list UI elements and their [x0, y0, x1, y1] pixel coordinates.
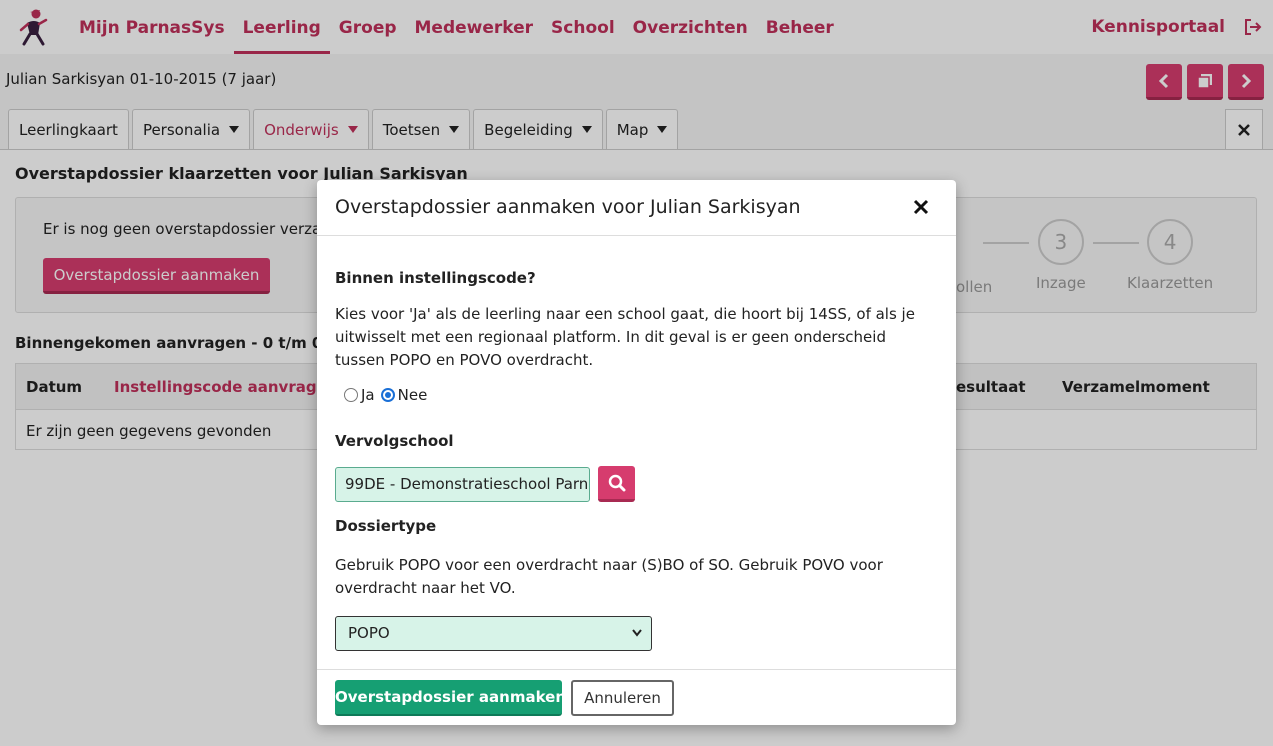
- radio-ja[interactable]: [344, 388, 358, 402]
- dossiertype-label: Dossiertype: [335, 517, 437, 535]
- search-icon: [608, 474, 625, 491]
- create-dossier-modal: Overstapdossier aanmaken voor Julian Sar…: [317, 180, 956, 725]
- dossiertype-select[interactable]: POPO: [335, 616, 652, 651]
- modal-title: Overstapdossier aanmaken voor Julian Sar…: [335, 196, 801, 218]
- modal-footer: Overstapdossier aanmaken Annuleren: [317, 669, 956, 725]
- dossiertype-value: POPO: [348, 624, 390, 642]
- radio-nee[interactable]: [380, 388, 395, 402]
- radio-ja-label[interactable]: Ja: [361, 386, 375, 404]
- cancel-button[interactable]: Annuleren: [571, 680, 674, 716]
- instellingscode-question: Binnen instellingscode?: [335, 269, 536, 287]
- school-label: Vervolgschool: [335, 432, 454, 450]
- radio-nee-label[interactable]: Nee: [398, 386, 428, 404]
- school-search-button[interactable]: [598, 466, 635, 502]
- instellingscode-radio-group: Ja Nee: [344, 386, 427, 404]
- dossiertype-explanation: Gebruik POPO voor een overdracht naar (S…: [335, 556, 883, 597]
- vervolgschool-input[interactable]: 99DE - Demonstratieschool Parnassys: [335, 467, 590, 502]
- instellingscode-explanation: Kies voor 'Ja' als de leerling naar een …: [335, 305, 915, 369]
- chevron-down-icon: [632, 629, 642, 637]
- submit-dossier-button[interactable]: Overstapdossier aanmaken: [335, 680, 566, 716]
- modal-header: Overstapdossier aanmaken voor Julian Sar…: [317, 180, 956, 236]
- close-icon[interactable]: [912, 198, 930, 216]
